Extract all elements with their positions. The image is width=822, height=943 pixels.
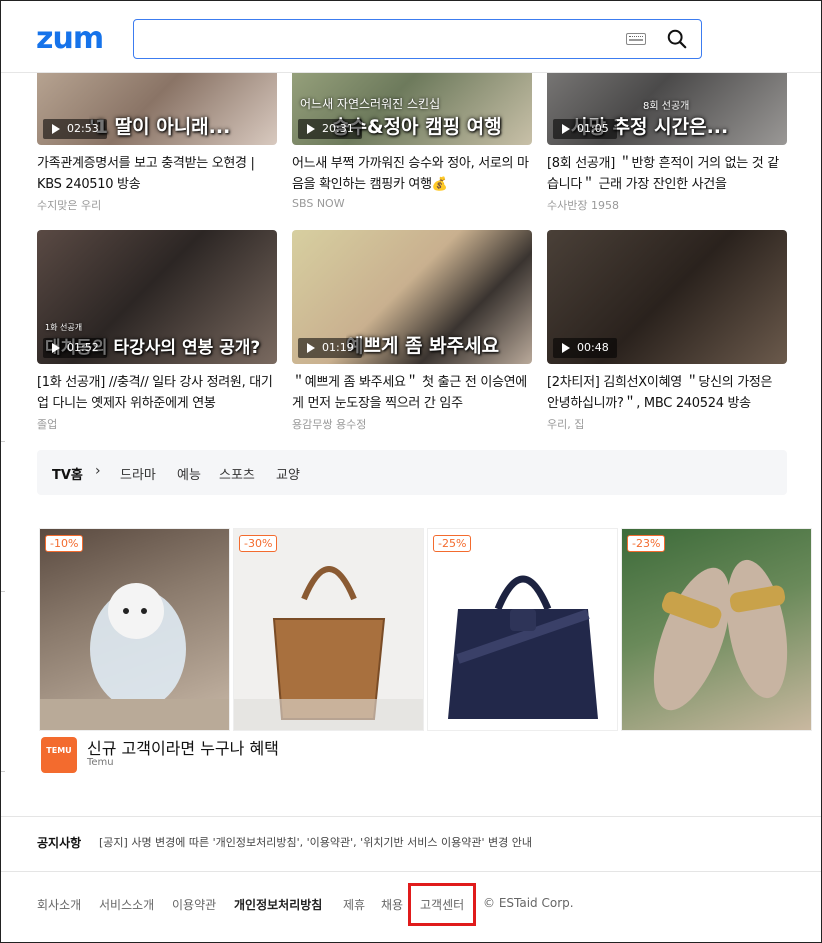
chevron-right-icon[interactable]: › (95, 463, 101, 479)
dog-raincoat-image (40, 583, 229, 730)
ad-product[interactable]: -23% (621, 528, 812, 731)
play-duration[interactable]: 01:05 (553, 119, 617, 139)
duration-text: 20:31 (322, 122, 354, 135)
notice-label: 공지사항 (37, 836, 82, 850)
video-card[interactable]: 예쁘게 좀 봐주세요 01:19 ＂예쁘게 좀 봐주세요＂ 첫 출근 전 이승연… (292, 230, 532, 432)
divider (1, 816, 821, 817)
tv-category-variety[interactable]: 예능 (177, 464, 201, 483)
tv-category-culture[interactable]: 교양 (276, 464, 300, 483)
ad-advertiser[interactable]: Temu (87, 757, 114, 768)
video-card[interactable]: 1화 선공개 대치동의 타강사의 연봉 공개? 01:52 [1화 선공개] /… (37, 230, 277, 432)
left-edge-mark (1, 591, 5, 592)
left-edge-mark (1, 771, 5, 772)
video-title[interactable]: [2차티저] 김희선X이혜영 ＂당신의 가정은 안녕하십니까?＂, MBC 24… (547, 372, 787, 414)
video-source[interactable]: SBS NOW (292, 197, 532, 210)
ad-product[interactable]: -30% (233, 528, 424, 731)
footer-link-partnership[interactable]: 제휴 (343, 896, 365, 913)
tv-nav: TV홈 › 드라마 예능 스포츠 교양 (37, 450, 787, 495)
ad-title[interactable]: 신규 고객이라면 누구나 혜택 (87, 735, 279, 759)
ad-product[interactable]: -25% (427, 528, 618, 731)
video-thumbnail[interactable]: 1화 선공개 대치동의 타강사의 연봉 공개? 01:52 (37, 230, 277, 364)
highlight-box (408, 883, 476, 926)
video-title[interactable]: [1화 선공개] //충격// 일타 강사 정려원, 대기업 다니는 옛제자 위… (37, 372, 277, 414)
duration-text: 01:19 (322, 341, 354, 354)
play-duration[interactable]: 01:19 (298, 338, 362, 358)
duration-text: 02:53 (67, 122, 99, 135)
ad-product-row: -10% -30% -25% -23% (39, 528, 812, 731)
thumbnail-caption: 예쁘게 좀 봐주세요 (346, 335, 500, 357)
tv-category-drama[interactable]: 드라마 (120, 464, 156, 483)
video-source[interactable]: 졸업 (37, 416, 277, 432)
page: zum '1 딸이 아니래... 02:53 가족관계증명서를 보고 충격받는 … (0, 0, 822, 943)
divider (1, 871, 821, 872)
keyboard-icon[interactable] (626, 33, 646, 45)
play-duration[interactable]: 00:48 (553, 338, 617, 358)
ad-product[interactable]: -10% (39, 528, 230, 731)
discount-badge: -23% (627, 535, 666, 552)
search-input[interactable] (133, 19, 702, 59)
woven-bag-image (234, 566, 423, 730)
left-edge-mark (1, 441, 5, 442)
navy-bag-image (448, 575, 598, 719)
notice-link[interactable]: [공지] 사명 변경에 따른 '개인정보처리방침', '이용약관', '위치기반… (99, 834, 532, 850)
search-icon[interactable] (666, 28, 688, 50)
video-card[interactable]: 00:48 [2차티저] 김희선X이혜영 ＂당신의 가정은 안녕하십니까?＂, … (547, 230, 787, 432)
video-thumbnail[interactable]: 00:48 (547, 230, 787, 364)
thumbnail-subcaption: 8회 선공개 (643, 101, 690, 112)
video-title[interactable]: [8회 선공개] ＂반항 흔적이 거의 없는 것 같습니다＂ 근래 가장 잔인한… (547, 153, 787, 195)
play-duration[interactable]: 20:31 (298, 119, 362, 139)
video-title[interactable]: 어느새 부쩍 가까워진 승수와 정아, 서로의 마음을 확인하는 캠핑카 여행💰 (292, 153, 532, 195)
footer-link-services[interactable]: 서비스소개 (99, 896, 154, 913)
tv-home-link[interactable]: TV홈 (52, 464, 83, 483)
temu-logo[interactable]: TEMU (41, 737, 77, 773)
zum-logo[interactable]: zum (36, 21, 104, 56)
duration-text: 01:52 (67, 341, 99, 354)
footer-link-privacy[interactable]: 개인정보처리방침 (234, 896, 322, 913)
video-title[interactable]: 가족관계증명서를 보고 충격받는 오현경 | KBS 240510 방송 (37, 153, 277, 195)
sandals-image (653, 559, 788, 711)
header-cover: zum (1, 1, 821, 73)
video-source[interactable]: 수지맞은 우리 (37, 197, 277, 213)
thumbnail-subcaption: 어느새 자연스러워진 스킨십 (300, 97, 441, 111)
temu-logo-text: TEMU (46, 746, 72, 755)
video-thumbnail[interactable]: 예쁘게 좀 봐주세요 01:19 (292, 230, 532, 364)
footer-link-terms[interactable]: 이용약관 (172, 896, 216, 913)
thumbnail-caption: '1 딸이 아니래... (89, 116, 231, 138)
duration-text: 01:05 (577, 122, 609, 135)
footer-link-company[interactable]: 회사소개 (37, 896, 81, 913)
play-duration[interactable]: 01:52 (43, 338, 107, 358)
footer-link-careers[interactable]: 채용 (381, 896, 403, 913)
video-source[interactable]: 우리, 집 (547, 416, 787, 432)
copyright: © ESTaid Corp. (483, 896, 574, 910)
play-duration[interactable]: 02:53 (43, 119, 107, 139)
thumbnail-subcaption: 1화 선공개 (45, 323, 83, 332)
discount-badge: -30% (239, 535, 278, 552)
video-source[interactable]: 용감무쌍 용수정 (292, 416, 532, 432)
duration-text: 00:48 (577, 341, 609, 354)
video-source[interactable]: 수사반장 1958 (547, 197, 787, 213)
video-title[interactable]: ＂예쁘게 좀 봐주세요＂ 첫 출근 전 이승연에게 먼저 눈도장을 찍으러 간 … (292, 372, 532, 414)
tv-category-sports[interactable]: 스포츠 (219, 464, 255, 483)
discount-badge: -10% (45, 535, 84, 552)
discount-badge: -25% (433, 535, 472, 552)
